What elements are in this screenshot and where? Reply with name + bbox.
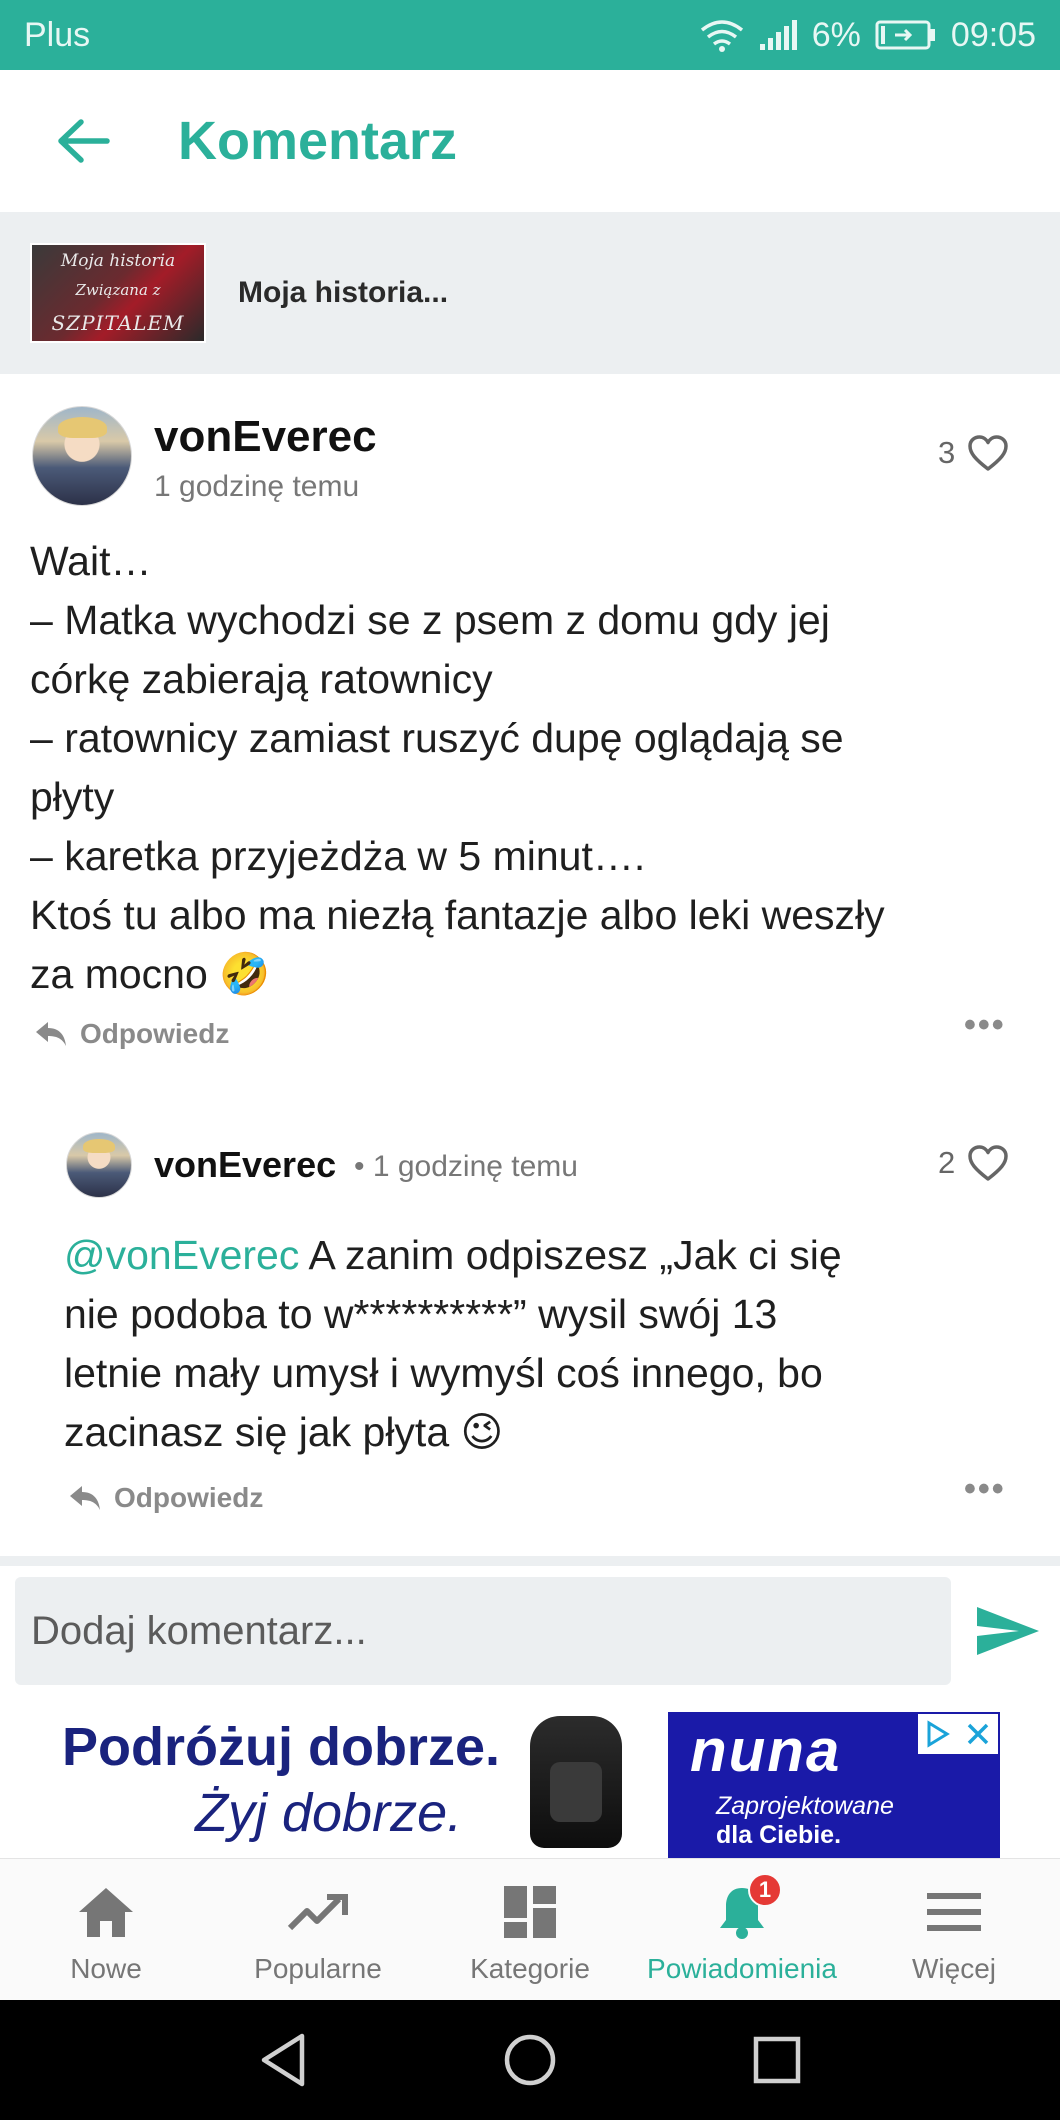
heart-icon	[968, 1145, 1008, 1181]
comment-body: Wait… – Matka wychodzi se z psem z domu …	[30, 532, 1040, 1004]
trending-icon	[287, 1883, 349, 1941]
comment-line: @vonEverec A zanim odpiszesz „Jak ci się	[64, 1226, 1044, 1285]
car-seat-image	[530, 1716, 622, 1848]
reply-icon	[36, 1022, 66, 1046]
comment-line: zacinasz się jak płyta 😉	[64, 1409, 504, 1455]
comment-body: @vonEverec A zanim odpiszesz „Jak ci się…	[64, 1226, 1044, 1462]
story-link[interactable]: Moja historia Związana z SZPITALEM Moja …	[0, 212, 1060, 374]
ad-choices-icon	[927, 1720, 950, 1748]
arrow-left-icon	[58, 119, 110, 163]
avatar[interactable]	[66, 1132, 132, 1198]
system-navigation-bar	[0, 2000, 1060, 2120]
story-title: Moja historia...	[238, 276, 449, 309]
comment-line: za mocno 🤣	[30, 951, 271, 997]
nav-item-new[interactable]: Nowe	[0, 1859, 212, 2000]
system-recents-button[interactable]	[737, 2020, 817, 2100]
comment-line: – Matka wychodzi se z psem z domu gdy je…	[30, 597, 830, 643]
more-options-button[interactable]: •••	[964, 1006, 1006, 1045]
home-icon	[76, 1883, 136, 1941]
user-mention[interactable]: @vonEverec	[64, 1232, 299, 1278]
ad-brand-logo: nuna	[690, 1717, 842, 1784]
like-count: 2	[938, 1145, 956, 1180]
wifi-icon	[700, 18, 744, 52]
avatar[interactable]	[32, 406, 132, 506]
comment-line: – karetka przyjeżdża w 5 minut….	[30, 833, 646, 879]
thumbnail-text-line: Związana z	[75, 281, 161, 299]
nav-label: Popularne	[254, 1953, 382, 1984]
comment-timestamp: • 1 godzinę temu	[354, 1150, 578, 1183]
status-bar: Plus 6% 09:05	[0, 0, 1060, 70]
comment-line: – ratownicy zamiast ruszyć dupę oglądają…	[30, 715, 844, 761]
comment-line: Ktoś tu albo ma niezłą fantazje albo lek…	[30, 892, 885, 938]
carrier-name: Plus	[24, 15, 91, 54]
clock: 09:05	[950, 15, 1036, 54]
like-button[interactable]: 3	[938, 434, 1009, 472]
comment: vonEverec 1 godzinę temu 3 Wait… – Matka…	[0, 374, 1060, 1074]
grid-icon	[502, 1883, 558, 1941]
comment-line: nie podoba to w**********” wysil swój 13	[64, 1291, 778, 1337]
thumbnail-text-line: Moja historia	[60, 251, 176, 271]
ad-tagline-line: dla Ciebie.	[716, 1821, 842, 1849]
send-icon	[977, 1607, 1039, 1655]
battery-percent: 6%	[811, 15, 861, 54]
circle-home-icon	[504, 2034, 556, 2086]
reply-label: Odpowiedz	[80, 1018, 230, 1049]
nav-label: Powiadomienia	[647, 1953, 837, 1984]
close-icon[interactable]	[965, 1721, 991, 1747]
ad-brand-panel: nuna Zaprojektowane dla Ciebie.	[668, 1712, 1000, 1858]
like-button[interactable]: 2	[938, 1144, 1009, 1182]
nav-item-popular[interactable]: Popularne	[212, 1859, 424, 2000]
triangle-back-icon	[262, 2033, 305, 2087]
ad-choices[interactable]	[918, 1714, 998, 1754]
system-back-button[interactable]	[243, 2020, 323, 2100]
comment-line: córkę zabierają ratownicy	[30, 656, 493, 702]
reply-button[interactable]: Odpowiedz	[68, 1482, 263, 1514]
nav-item-categories[interactable]: Kategorie	[424, 1859, 636, 2000]
reply-icon	[70, 1486, 100, 1510]
back-button[interactable]	[54, 111, 114, 171]
system-home-button[interactable]	[490, 2020, 570, 2100]
reply-button[interactable]: Odpowiedz	[34, 1018, 229, 1050]
reply-label: Odpowiedz	[114, 1482, 264, 1513]
divider	[0, 1556, 1060, 1566]
reply-comment: vonEverec • 1 godzinę temu 2 @vonEverec …	[0, 1110, 1060, 1556]
more-options-button[interactable]: •••	[964, 1470, 1006, 1509]
comment-timestamp: 1 godzinę temu	[154, 470, 360, 503]
nav-label: Nowe	[70, 1953, 142, 1984]
notification-badge: 1	[748, 1873, 782, 1907]
story-thumbnail: Moja historia Związana z SZPITALEM	[30, 243, 206, 343]
ad-slogan: Żyj dobrze.	[195, 1783, 463, 1843]
page-title: Komentarz	[178, 111, 458, 171]
comment-author[interactable]: vonEverec	[154, 412, 377, 462]
nav-label: Kategorie	[470, 1953, 590, 1984]
square-recents-icon	[753, 2036, 800, 2084]
send-button[interactable]	[973, 1596, 1043, 1666]
ad-slogan: Podróżuj dobrze.	[62, 1717, 500, 1777]
ad-tagline-line: Zaprojektowane	[716, 1792, 894, 1820]
menu-icon	[925, 1883, 983, 1941]
ad-banner[interactable]: Podróżuj dobrze. Żyj dobrze. nuna Zaproj…	[0, 1696, 1060, 1858]
battery-charging-icon	[875, 19, 937, 51]
comment-line: letnie mały umysł i wymyśl coś innego, b…	[64, 1350, 823, 1396]
ad-tagline: Zaprojektowane dla Ciebie.	[716, 1792, 894, 1850]
comment-line: płyty	[30, 774, 115, 820]
thumbnail-text-line: SZPITALEM	[51, 311, 185, 335]
comment-author[interactable]: vonEverec	[154, 1144, 336, 1186]
bottom-navigation: Nowe Popularne Kategorie 1 Powiadomienia…	[0, 1858, 1060, 2000]
app-header: Komentarz	[0, 70, 1060, 212]
like-count: 3	[938, 435, 956, 470]
comment-input[interactable]	[15, 1577, 951, 1685]
nav-item-more[interactable]: Więcej	[848, 1859, 1060, 2000]
signal-icon	[758, 18, 798, 52]
comment-text: A zanim odpiszesz „Jak ci się	[299, 1232, 842, 1278]
nav-label: Więcej	[911, 1953, 996, 1984]
comment-composer	[0, 1566, 1060, 1696]
nav-item-notifications[interactable]: 1 Powiadomienia	[636, 1859, 848, 2000]
heart-icon	[968, 435, 1008, 471]
comment-line: Wait…	[30, 538, 152, 584]
